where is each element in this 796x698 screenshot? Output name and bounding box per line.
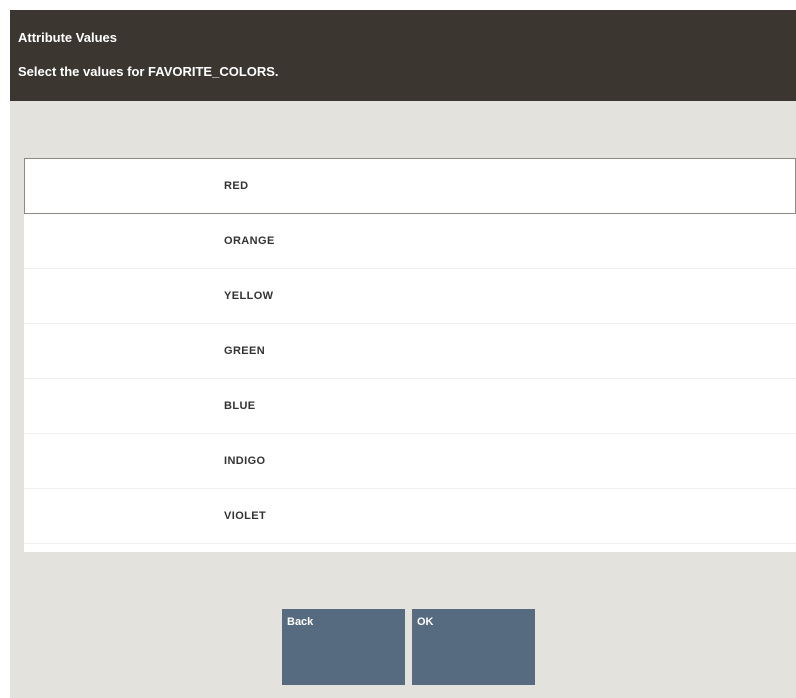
value-item-label: INDIGO [224, 455, 266, 467]
value-item-label: GREEN [224, 345, 266, 357]
attribute-values-screen: Attribute Values Select the values for F… [10, 10, 796, 698]
value-item-label: ORANGE [224, 235, 275, 247]
value-item-orange[interactable]: ORANGE [24, 214, 796, 269]
page-title: Attribute Values [18, 30, 117, 45]
value-item-label: BLUE [224, 400, 256, 412]
header-bar: Attribute Values Select the values for F… [10, 10, 796, 101]
value-item-violet[interactable]: VIOLET [24, 489, 796, 544]
ok-button[interactable]: OK [412, 609, 535, 685]
value-item-indigo[interactable]: INDIGO [24, 434, 796, 489]
value-item-label: RED [224, 180, 249, 192]
value-item-blue[interactable]: BLUE [24, 379, 796, 434]
value-item-green[interactable]: GREEN [24, 324, 796, 379]
attribute-value-list: RED ORANGE YELLOW GREEN BLUE INDIGO VIOL… [24, 158, 796, 552]
value-item-red[interactable]: RED [24, 158, 796, 214]
value-item-yellow[interactable]: YELLOW [24, 269, 796, 324]
value-item-label: YELLOW [224, 290, 274, 302]
value-item-label: VIOLET [224, 510, 267, 522]
page-instruction: Select the values for FAVORITE_COLORS. [18, 64, 279, 79]
back-button[interactable]: Back [282, 609, 405, 685]
